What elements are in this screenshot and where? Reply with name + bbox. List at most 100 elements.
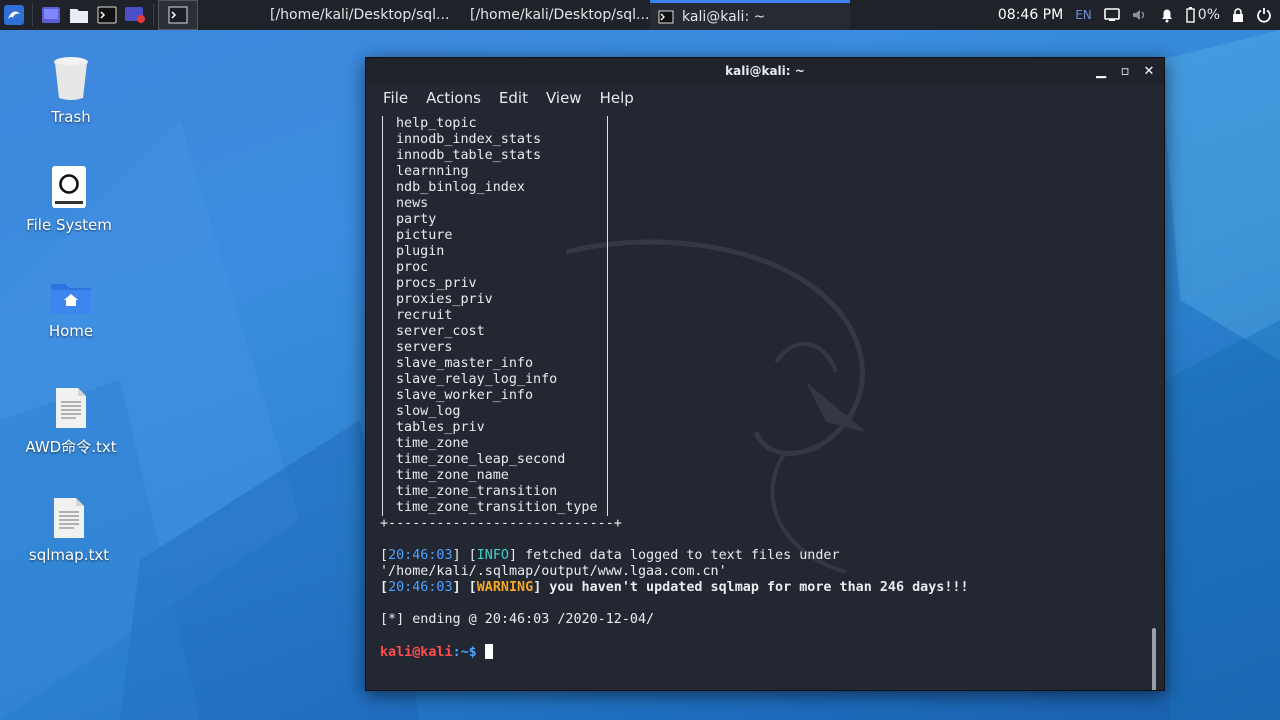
system-tray: 08:46 PM EN 0% (998, 0, 1280, 30)
terminal-workspace-icon (168, 6, 188, 24)
table-right-border (607, 116, 608, 516)
window-controls: ▁ ▫ ✕ (1094, 58, 1156, 84)
table-name-row: innodb_table_stats (396, 148, 542, 163)
table-left-border (382, 116, 383, 516)
volume-muted-icon[interactable] (1132, 8, 1148, 22)
taskbar-item-sqlmap-2[interactable]: [/home/kali/Desktop/sql... (454, 0, 650, 30)
top-panel: [/home/kali/Desktop/sql... [/home/kali/D… (0, 0, 1280, 30)
menu-edit[interactable]: Edit (490, 89, 537, 107)
terminal-lines: help_topic innodb_index_stats innodb_table… (380, 116, 1144, 661)
desktop-icon-label: File System (26, 216, 112, 234)
desktop-icon (42, 7, 60, 23)
power-icon[interactable] (1256, 7, 1272, 23)
prompt-path: :~$ (452, 645, 477, 660)
display-icon[interactable] (1103, 8, 1120, 22)
log-line-warning: [20:46:03] [WARNING] you haven't updated… (380, 580, 969, 595)
table-name-row: proc (396, 260, 429, 275)
lock-icon[interactable] (1232, 7, 1244, 23)
workspace-1-button[interactable] (158, 0, 198, 30)
table-bottom-rule: +----------------------------+ (380, 516, 622, 531)
clock[interactable]: 08:46 PM (998, 7, 1063, 23)
log-timestamp: 20:46:03 (388, 580, 453, 595)
screen-recorder-button[interactable] (121, 0, 149, 30)
log-message: you haven't updated sqlmap for more than… (541, 580, 969, 595)
taskbar-item-label: [/home/kali/Desktop/sql... (270, 7, 450, 23)
desktop-icon-label: sqlmap.txt (28, 546, 110, 564)
terminal-scrollbar[interactable] (1152, 628, 1156, 690)
table-name-row: time_zone_leap_second (396, 452, 566, 467)
log-timestamp: 20:46:03 (388, 548, 453, 563)
text-file-icon (56, 388, 86, 428)
table-name-row: news (396, 196, 429, 211)
keyboard-layout[interactable]: EN (1075, 8, 1092, 22)
desktop-icon-awd-txt[interactable]: AWD命令.txt (16, 386, 126, 457)
table-name-row: learnning (396, 164, 469, 179)
log-output: [20:46:03] [INFO] fetched data logged to… (380, 548, 1144, 661)
log-level-info: INFO (476, 548, 509, 563)
table-name-row: time_zone_name (396, 468, 509, 483)
table-name-row: ndb_binlog_index (396, 180, 525, 195)
table-name-row: help_topic (396, 116, 477, 131)
desktop-icon-filesystem[interactable]: File System (14, 164, 124, 234)
table-name-row: slave_relay_log_info (396, 372, 558, 387)
table-name-row: plugin (396, 244, 445, 259)
table-name-row: servers (396, 340, 453, 355)
table-name-row: proxies_priv (396, 292, 493, 307)
prompt-user: kali@kali (380, 645, 453, 660)
desktop-icon-trash[interactable]: Trash (16, 54, 126, 126)
table-name-row: time_zone_transition_type (396, 500, 598, 515)
table-name-row: server_cost (396, 324, 485, 339)
table-name-row: time_zone (396, 436, 469, 451)
drive-icon (52, 166, 86, 208)
table-name-row: picture (396, 228, 453, 243)
menu-file[interactable]: File (374, 89, 417, 107)
menu-actions[interactable]: Actions (417, 89, 490, 107)
table-name-row: recruit (396, 308, 453, 323)
taskbar-item-sqlmap-1[interactable]: [/home/kali/Desktop/sql... (254, 0, 454, 30)
log-line-info: [20:46:03] [INFO] fetched data logged to… (380, 548, 848, 579)
desktop-icon-sqlmap-txt[interactable]: sqlmap.txt (14, 496, 124, 564)
table-name-row: slave_master_info (396, 356, 534, 371)
notification-bell-icon[interactable] (1160, 7, 1174, 23)
desktop-icon-home[interactable]: Home (16, 280, 126, 340)
minimize-icon[interactable]: ▁ (1094, 64, 1108, 79)
launcher-bar (0, 0, 198, 30)
table-name-row: time_zone_transition (396, 484, 558, 499)
shell-prompt[interactable]: kali@kali:~$ (380, 644, 1144, 661)
recorder-icon (125, 7, 145, 23)
file-manager-button[interactable] (65, 0, 93, 30)
window-titlebar[interactable]: kali@kali: ~ ▁ ▫ ✕ (366, 58, 1164, 84)
terminal-window: kali@kali: ~ ▁ ▫ ✕ File Actions Edit Vie… (365, 57, 1165, 691)
maximize-icon[interactable]: ▫ (1118, 64, 1132, 79)
terminal-icon (97, 6, 117, 24)
table-name-row: innodb_index_stats (396, 132, 542, 147)
desktop-icon-label: Trash (51, 108, 91, 126)
battery-percent: 0% (1197, 7, 1220, 23)
text-file-icon (54, 498, 84, 538)
taskbar-item-label: kali@kali: ~ (682, 8, 766, 25)
folder-icon (70, 9, 88, 23)
kali-menu-button[interactable] (0, 0, 28, 30)
taskbar-item-label: [/home/kali/Desktop/sql... (470, 7, 650, 23)
table-name-row: slow_log (396, 404, 461, 419)
tables-listing: help_topic innodb_index_stats innodb_table… (380, 116, 1144, 516)
log-level-warning: WARNING (476, 580, 534, 595)
close-icon[interactable]: ✕ (1142, 64, 1156, 79)
menu-view[interactable]: View (537, 89, 591, 107)
show-desktop-button[interactable] (37, 0, 65, 30)
ending-line: [*] ending @ 20:46:03 /2020-12-04/ (380, 612, 655, 627)
battery-indicator[interactable]: 0% (1186, 7, 1220, 23)
table-name-row: party (396, 212, 437, 227)
menubar: File Actions Edit View Help (366, 84, 1164, 112)
kali-dragon-icon (4, 5, 24, 25)
table-name-row: slave_worker_info (396, 388, 534, 403)
desktop-icon-label: Home (48, 322, 94, 340)
terminal-launcher-button[interactable] (93, 0, 121, 30)
trash-icon (54, 57, 88, 100)
menu-help[interactable]: Help (591, 89, 643, 107)
taskbar-item-terminal[interactable]: kali@kali: ~ (650, 0, 850, 30)
text-cursor (484, 644, 493, 659)
table-name-row: procs_priv (396, 276, 477, 291)
window-title: kali@kali: ~ (725, 64, 805, 78)
terminal-output[interactable]: help_topic innodb_index_stats innodb_table… (366, 112, 1164, 690)
